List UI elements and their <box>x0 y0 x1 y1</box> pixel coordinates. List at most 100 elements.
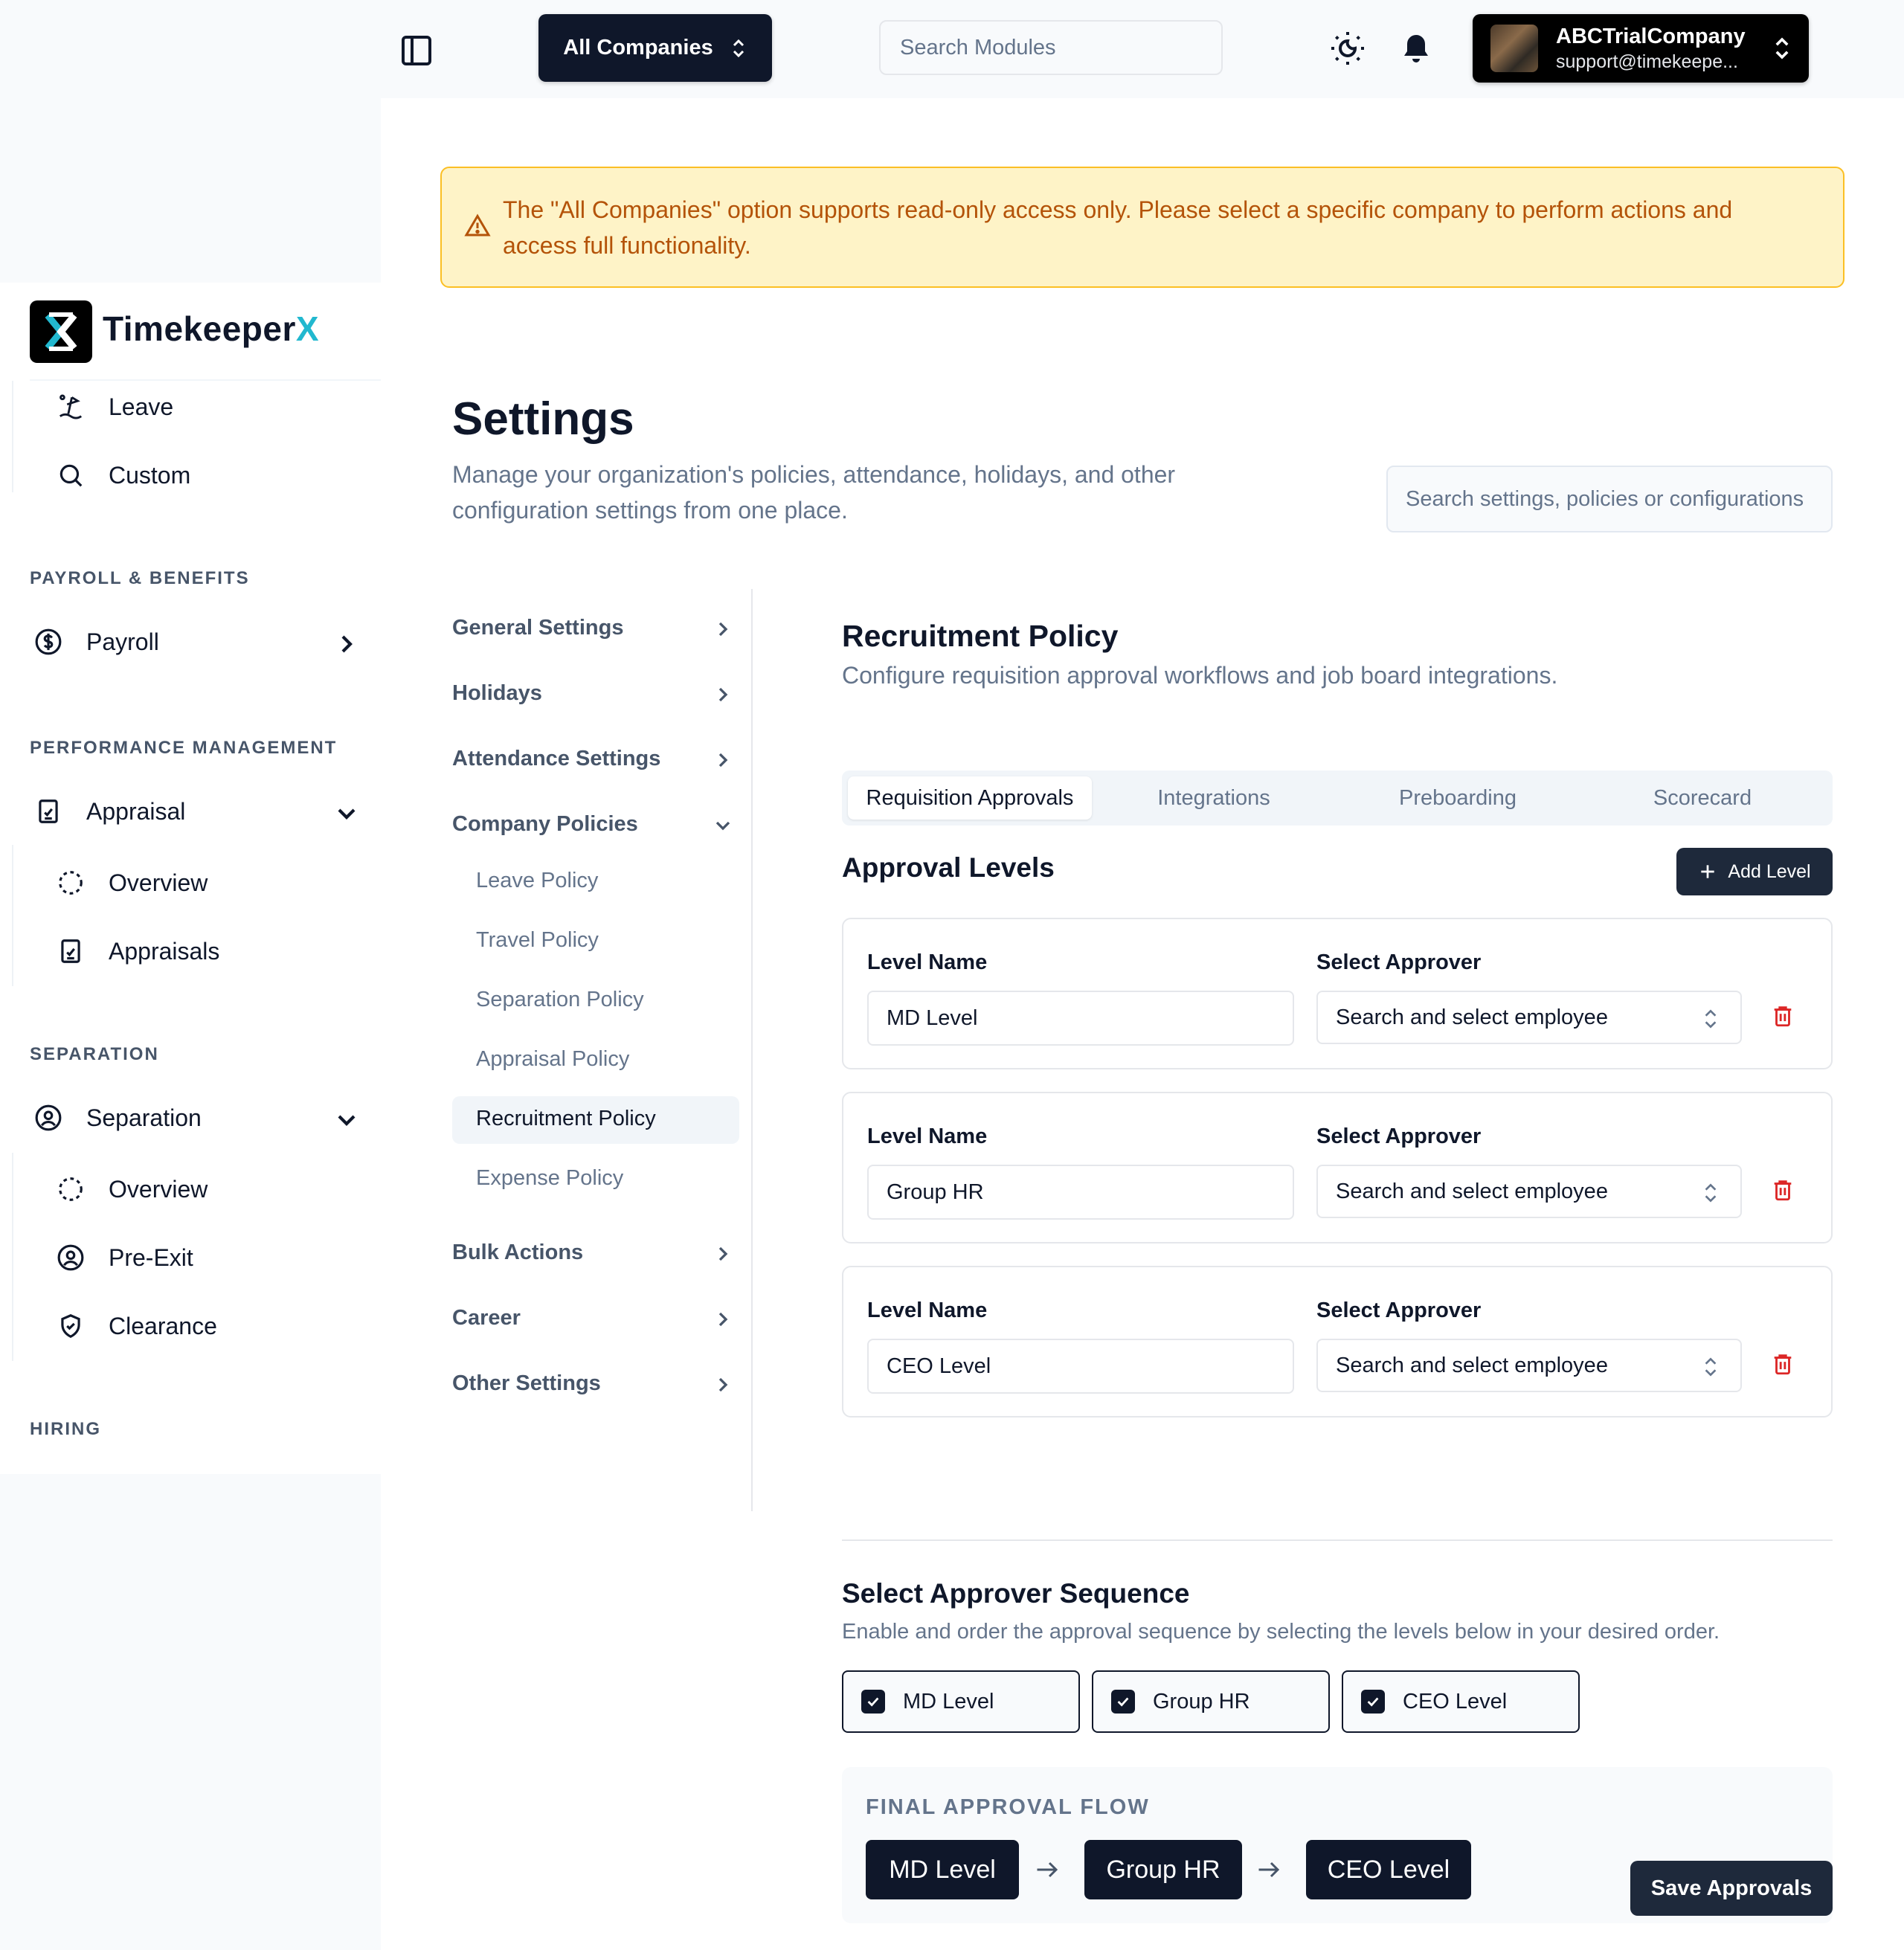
avatar <box>1490 25 1538 72</box>
chevron-right-icon <box>718 622 728 637</box>
settings-search-placeholder: Search settings, policies or configurati… <box>1406 486 1804 511</box>
chevron-down-icon[interactable] <box>332 1105 361 1135</box>
approver-select[interactable]: Search and select employee <box>1316 991 1742 1044</box>
level-name-label: Level Name <box>867 1299 988 1322</box>
trash-icon[interactable] <box>1770 1003 1795 1029</box>
settings-menu-label: Holidays <box>452 681 542 705</box>
sidebar-item-appraisals[interactable]: Appraisals <box>57 937 219 965</box>
settings-menu-divider <box>751 589 753 1511</box>
account-email: support@timekeepe... <box>1556 51 1738 72</box>
page-title: Settings <box>452 393 634 445</box>
settings-menu-separation-policy[interactable]: Separation Policy <box>476 988 644 1012</box>
nav-section-title: SEPARATION <box>30 1044 159 1064</box>
checkbox-checked-icon[interactable] <box>1111 1690 1135 1714</box>
sequence-option-md-level[interactable]: MD Level <box>842 1670 1080 1733</box>
sidebar-toggle-icon[interactable] <box>399 33 434 68</box>
approver-select[interactable]: Search and select employee <box>1316 1339 1742 1392</box>
sequence-title: Select Approver Sequence <box>842 1578 1190 1609</box>
flow-step: MD Level <box>866 1840 1019 1899</box>
level-name-input[interactable]: CEO Level <box>867 1339 1294 1394</box>
sidebar-item-leave[interactable]: Leave <box>57 393 173 421</box>
user-circle-icon <box>57 1244 84 1271</box>
settings-menu-holidays[interactable]: Holidays <box>452 681 735 706</box>
approver-select[interactable]: Search and select employee <box>1316 1165 1742 1218</box>
chevron-right-icon <box>718 687 728 702</box>
select-approver-label: Select Approver <box>1316 950 1482 974</box>
sidebar-item-label: Overview <box>109 869 208 896</box>
settings-menu-company-policies[interactable]: Company Policies <box>452 812 735 837</box>
trash-icon[interactable] <box>1770 1177 1795 1203</box>
level-name-input[interactable]: Group HR <box>867 1165 1294 1220</box>
settings-menu-label: General Settings <box>452 616 624 640</box>
sequence-option-label: Group HR <box>1153 1689 1250 1714</box>
module-search-input[interactable]: Search Modules <box>879 20 1223 75</box>
dashed-circle-icon <box>59 1177 83 1201</box>
sidebar-item-custom[interactable]: Custom <box>57 461 190 489</box>
sidebar-item-payroll[interactable]: Payroll <box>34 628 159 656</box>
divider <box>842 1539 1833 1541</box>
chevron-right-icon[interactable] <box>332 629 361 659</box>
approver-placeholder: Search and select employee <box>1336 1005 1608 1029</box>
tab-scorecard[interactable]: Scorecard <box>1580 776 1825 820</box>
checkbox-checked-icon[interactable] <box>861 1690 885 1714</box>
add-level-button[interactable]: Add Level <box>1676 848 1833 895</box>
settings-menu-appraisal-policy[interactable]: Appraisal Policy <box>476 1047 629 1072</box>
settings-menu-label: Bulk Actions <box>452 1241 584 1264</box>
settings-menu-attendance[interactable]: Attendance Settings <box>452 747 735 771</box>
sequence-option-group-hr[interactable]: Group HR <box>1092 1670 1330 1733</box>
app-brand: TimekeeperX <box>103 309 319 349</box>
sidebar-item-pre-exit[interactable]: Pre-Exit <box>57 1243 193 1272</box>
tab-integrations[interactable]: Integrations <box>1092 776 1336 820</box>
sidebar-item-label: Custom <box>109 461 191 489</box>
read-only-alert: The "All Companies" option supports read… <box>440 167 1844 288</box>
section-title: Recruitment Policy <box>842 619 1119 653</box>
approver-placeholder: Search and select employee <box>1336 1179 1608 1203</box>
sidebar-item-appraisal-overview[interactable]: Overview <box>57 869 208 897</box>
sequence-option-label: CEO Level <box>1403 1689 1508 1714</box>
approval-levels-title: Approval Levels <box>842 852 1055 883</box>
settings-search-input[interactable]: Search settings, policies or configurati… <box>1386 466 1833 532</box>
select-approver-label: Select Approver <box>1316 1124 1482 1148</box>
chevron-down-icon[interactable] <box>332 799 361 828</box>
level-name-input[interactable]: MD Level <box>867 991 1294 1046</box>
level-name-label: Level Name <box>867 1124 988 1148</box>
company-select[interactable]: All Companies <box>538 14 772 82</box>
settings-menu-bulk-actions[interactable]: Bulk Actions <box>452 1241 735 1265</box>
sidebar-item-appraisal[interactable]: Appraisal <box>34 797 185 826</box>
bell-icon[interactable] <box>1398 31 1434 68</box>
chevron-up-down-icon <box>1705 1357 1717 1377</box>
alert-text: The "All Companies" option supports read… <box>503 196 1733 259</box>
theme-toggle-icon[interactable] <box>1330 30 1366 66</box>
settings-menu-general[interactable]: General Settings <box>452 616 735 640</box>
sidebar-item-clearance[interactable]: Clearance <box>57 1312 217 1340</box>
flow-step: CEO Level <box>1306 1840 1471 1899</box>
settings-menu-career[interactable]: Career <box>452 1306 735 1330</box>
settings-menu-travel-policy[interactable]: Travel Policy <box>476 928 599 953</box>
section-subtitle: Configure requisition approval workflows… <box>842 662 1558 689</box>
sidebar-item-separation[interactable]: Separation <box>34 1104 202 1132</box>
tab-preboarding[interactable]: Preboarding <box>1336 776 1580 820</box>
sequence-subtitle: Enable and order the approval sequence b… <box>842 1620 1720 1644</box>
settings-menu-recruitment-policy[interactable]: Recruitment Policy <box>476 1107 656 1131</box>
save-approvals-label: Save Approvals <box>1650 1876 1813 1900</box>
account-switcher[interactable]: ABCTrialCompany support@timekeepe... <box>1473 14 1809 83</box>
divider <box>30 379 381 381</box>
chevron-up-down-icon <box>1775 37 1789 59</box>
tab-bar: Requisition Approvals Integrations Prebo… <box>842 770 1833 826</box>
sidebar-item-separation-overview[interactable]: Overview <box>57 1175 208 1203</box>
dollar-circle-icon <box>35 628 62 655</box>
checkbox-checked-icon[interactable] <box>1361 1690 1385 1714</box>
settings-menu-expense-policy[interactable]: Expense Policy <box>476 1166 623 1191</box>
company-select-label: All Companies <box>563 36 713 59</box>
clipboard-icon <box>39 799 58 823</box>
sidebar-item-label: Appraisals <box>109 937 220 965</box>
settings-menu-label: Company Policies <box>452 812 638 836</box>
trash-icon[interactable] <box>1770 1351 1795 1377</box>
save-approvals-button[interactable]: Save Approvals <box>1630 1861 1833 1916</box>
settings-menu-other[interactable]: Other Settings <box>452 1371 735 1396</box>
user-circle-icon <box>35 1104 62 1131</box>
settings-menu-leave-policy[interactable]: Leave Policy <box>476 869 598 893</box>
tab-requisition-approvals[interactable]: Requisition Approvals <box>848 776 1092 820</box>
sequence-option-ceo-level[interactable]: CEO Level <box>1342 1670 1580 1733</box>
add-level-label: Add Level <box>1728 860 1811 882</box>
